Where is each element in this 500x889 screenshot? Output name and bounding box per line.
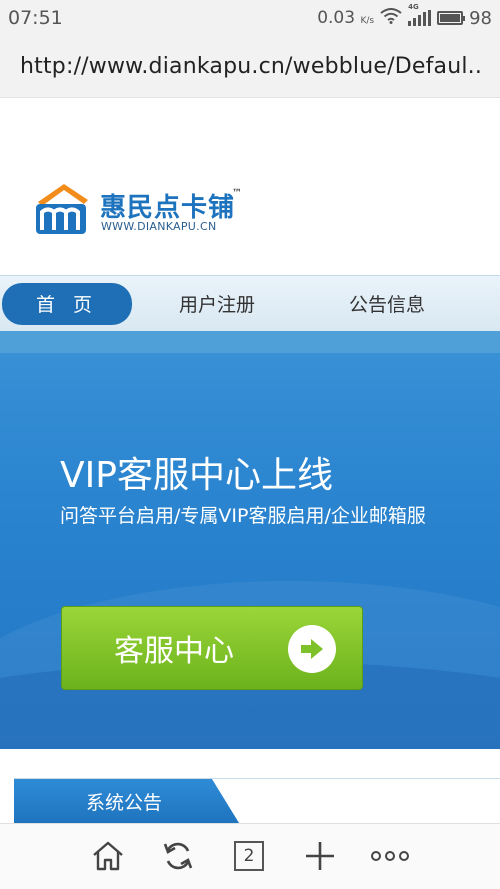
m-house-logo-icon[interactable] bbox=[34, 180, 92, 236]
promo-banner[interactable]: VIP客服中心上线 问答平台启用/专属VIP客服启用/企业邮箱服 客服中心 bbox=[0, 331, 500, 749]
network-speed: 0.03 K/s bbox=[317, 8, 375, 28]
refresh-icon[interactable] bbox=[158, 838, 198, 874]
site-logo-title[interactable]: 惠民点卡铺 bbox=[100, 187, 235, 224]
trademark-symbol: ™ bbox=[232, 188, 242, 199]
site-header: 惠民点卡铺 ™ WWW.DIANKAPU.CN bbox=[0, 140, 500, 275]
address-bar[interactable]: http://www.diankapu.cn/webblue/Defaul.. bbox=[0, 36, 500, 98]
nav-item-home[interactable]: 首 页 bbox=[2, 282, 132, 325]
arrow-right-circle-icon bbox=[288, 625, 336, 673]
tab-count: 2 bbox=[234, 841, 264, 871]
status-indicators: 0.03 K/s 4G 98 bbox=[317, 3, 492, 29]
banner-top-band bbox=[0, 331, 500, 353]
system-notice-tab[interactable]: 系统公告 bbox=[14, 779, 239, 823]
url-text[interactable]: http://www.diankapu.cn/webblue/Defaul.. bbox=[20, 54, 480, 79]
banner-subtitle: 问答平台启用/专属VIP客服启用/企业邮箱服 bbox=[60, 505, 426, 527]
tabs-icon[interactable]: 2 bbox=[232, 838, 266, 874]
banner-title: VIP客服中心上线 bbox=[60, 455, 333, 496]
status-time: 07:51 bbox=[8, 7, 63, 29]
nav-item-notices[interactable]: 公告信息 bbox=[302, 283, 472, 325]
wifi-icon bbox=[380, 7, 402, 29]
more-icon[interactable] bbox=[368, 838, 412, 874]
browser-toolbar: 2 bbox=[0, 823, 500, 889]
nav-item-register[interactable]: 用户注册 bbox=[132, 283, 302, 325]
network-type: 4G bbox=[408, 3, 419, 11]
system-notice-section: 系统公告 bbox=[0, 749, 500, 823]
main-nav: 首 页 用户注册 公告信息 bbox=[0, 275, 500, 331]
customer-service-button[interactable]: 客服中心 bbox=[61, 606, 363, 690]
battery-icon bbox=[437, 11, 466, 25]
status-bar: 07:51 0.03 K/s 4G 98 bbox=[0, 0, 500, 36]
web-page: 惠民点卡铺 ™ WWW.DIANKAPU.CN 首 页 用户注册 公告信息 VI… bbox=[0, 98, 500, 823]
cell-signal-icon: 4G bbox=[408, 3, 432, 26]
home-icon[interactable] bbox=[88, 838, 128, 874]
divider bbox=[14, 778, 500, 779]
new-tab-icon[interactable] bbox=[300, 838, 340, 874]
site-logo-url: WWW.DIANKAPU.CN bbox=[101, 220, 217, 233]
battery-percent: 98 bbox=[469, 7, 492, 29]
customer-service-button-label: 客服中心 bbox=[114, 634, 234, 669]
